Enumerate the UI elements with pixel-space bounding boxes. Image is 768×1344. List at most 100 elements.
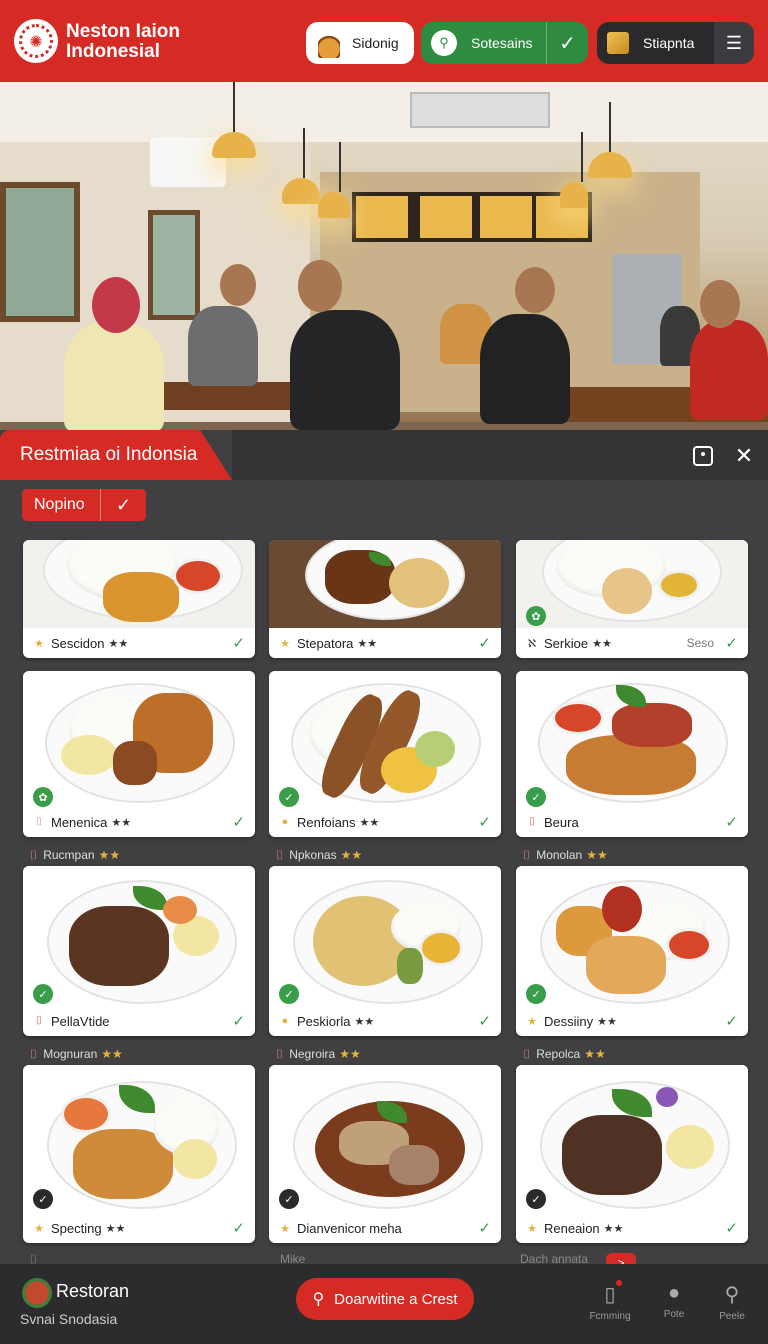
dish-subtext: Seso [686,636,714,650]
search-icon: ⚲ [431,30,457,56]
check-icon[interactable]: ✓ [232,813,245,831]
header-button-stiapnta[interactable]: Stiapnta ☰ [597,22,754,64]
pendant-lamp [588,102,632,178]
check-icon[interactable]: ✓ [232,1012,245,1030]
veg-badge-icon: ✓ [33,984,53,1004]
check-icon[interactable]: ✓ [100,489,146,521]
coin-icon: ● [281,1015,289,1027]
dish-photo: ✓ [516,866,748,1006]
check-icon[interactable]: ✓ [725,1219,738,1237]
tag-icon: ⌷ [528,815,536,828]
rating-stars: ★★ [340,848,363,862]
check-icon[interactable]: ✓ [478,1012,491,1030]
header-button-sidonig[interactable]: Sidonig [306,22,414,64]
check-icon[interactable]: ✓ [232,634,245,652]
rating-stars: ★★ [359,816,380,829]
dish-card[interactable]: ✓ ★ Dessiiny ★★ ✓ [516,866,748,1036]
dish-name: Serkioe [544,635,589,651]
check-icon[interactable]: ✓ [478,1219,491,1237]
diner [64,322,164,432]
star-icon: ★ [34,1222,44,1235]
brand-logo[interactable]: ✺ [14,19,58,63]
dish-card[interactable]: ★ Sescidon ★★ ✓ [23,540,255,658]
rating-stars: ★★ [101,1047,123,1061]
dish-name: Dessiiny [544,1013,594,1029]
check-icon[interactable]: ✓ [478,813,491,831]
veg-badge-icon: ✓ [526,984,546,1004]
rating-stars: ★★ [354,1015,375,1028]
dish-card[interactable]: ✓ ⌷ PellaVtide ✓ [23,866,255,1036]
tag-icon: ⌷ [35,815,43,828]
dish-card[interactable]: ✿ ℵ Serkioe ★★ Seso ✓ [516,540,748,658]
dish-card[interactable]: ✓ ★ Reneaion ★★ ✓ [516,1065,748,1243]
veg-badge-icon: ✓ [279,787,299,807]
check-icon[interactable]: ✓ [232,1219,245,1237]
dish-photo: ✓ [269,671,501,807]
coin-icon: ● [281,816,289,828]
check-icon[interactable]: ✓ [546,22,588,64]
bell-icon [318,28,340,58]
dish-photo: ✿ [516,540,748,628]
tag-icon: ⌷ [523,848,531,862]
star-icon: ★ [527,1015,537,1028]
dish-photo [23,540,255,628]
tag-icon: ⌷ [30,1047,38,1061]
star-icon: ★ [280,1222,290,1235]
check-icon[interactable]: ✓ [478,634,491,652]
dish-name: Reneaion [544,1220,600,1236]
dish-card[interactable]: ✓ ★ Specting ★★ ✓ [23,1065,255,1243]
filter-chip[interactable]: Nopino ✓ [22,489,146,521]
utensils-icon: ℵ [527,637,537,650]
rating-stars: ★★ [592,637,612,650]
dish-card[interactable]: ✿ ⌷ Menenica ★★ ✓ [23,671,255,837]
close-icon[interactable]: ✕ [730,442,758,470]
window [148,210,200,320]
ceiling-vent [410,92,550,128]
dish-card[interactable]: ✓ ● Peskiorla ★★ ✓ [269,866,501,1036]
expand-icon[interactable] [689,442,717,470]
search-icon: ⚲ [312,1291,325,1308]
header-button-label: Sidonig [352,35,399,51]
rating-stars: ★★ [586,848,608,862]
dish-name: Sescidon [51,635,105,651]
dish-card[interactable]: ✓ ● Renfoians ★★ ✓ [269,671,501,837]
dish-name: Renfoians [297,814,356,830]
dish-name: Dianvenicor meha [297,1220,402,1236]
dish-photo: ✓ [269,1065,501,1213]
dish-photo [269,540,501,628]
dish-photo: ✓ [23,1065,255,1213]
rating-stars: ★★ [339,1047,361,1061]
filter-label: Nopino [34,496,85,513]
dish-photo: ✿ [23,671,255,807]
diner [290,310,400,430]
dish-name: Peskiorla [297,1013,351,1029]
check-icon[interactable]: ✓ [725,634,738,652]
rating-stars: ★★ [357,637,378,650]
category-label: ⌷ Monolan ★★ [523,848,608,862]
dish-card[interactable]: ★ Stepatora ★★ ✓ [269,540,501,658]
dish-card[interactable]: ✓ ★ Dianvenicor meha ✓ [269,1065,501,1243]
hamburger-menu-icon[interactable]: ☰ [714,22,754,64]
restaurant-subtitle: Svnai Snodasia [20,1311,118,1327]
nav-item-pote[interactable]: ● Pote [644,1282,704,1320]
veg-badge-icon: ✿ [33,787,53,807]
nav-item-peele[interactable]: ⚲ Peele [702,1282,762,1322]
star-icon: ★ [527,1222,537,1235]
restaurant-avatar[interactable] [22,1278,52,1308]
nav-item-fcmming[interactable]: ▯ Fcmming [580,1280,640,1322]
clipboard-icon: ▯ [604,1284,616,1306]
header-button-label: Stiapnta [643,35,695,51]
check-icon[interactable]: ✓ [725,1012,738,1030]
nav-label: Peele [719,1311,745,1322]
veg-badge-icon: ✿ [526,606,546,626]
nav-label: Fcmming [589,1311,631,1322]
check-icon[interactable]: ✓ [725,813,738,831]
dish-name: PellaVtide [51,1013,110,1029]
primary-cta-button[interactable]: ⚲ Doarwitine a Crest [296,1278,474,1320]
dish-photo: ✓ [269,866,501,1006]
dish-card[interactable]: ✓ ⌷ Beura ✓ [516,671,748,837]
header-button-sotesains[interactable]: ⚲ Sotesains ✓ [421,22,588,64]
rating-stars: ★★ [111,816,132,829]
diner-head [92,277,140,333]
diner [480,314,570,424]
